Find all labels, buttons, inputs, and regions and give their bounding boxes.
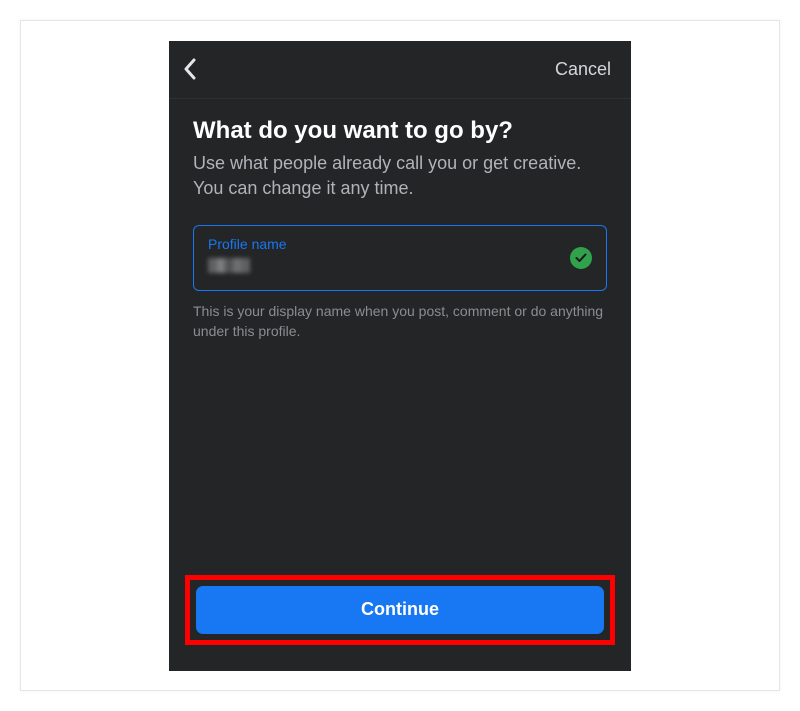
annotation-highlight: Continue <box>185 575 615 645</box>
profile-name-field[interactable]: Profile name <box>193 225 607 291</box>
helper-text: This is your display name when you post,… <box>193 301 607 342</box>
footer-area: Continue <box>169 575 631 671</box>
device-screen: Cancel What do you want to go by? Use wh… <box>169 41 631 671</box>
outer-frame: Cancel What do you want to go by? Use wh… <box>20 20 780 691</box>
page-title: What do you want to go by? <box>193 117 607 145</box>
profile-name-value-redacted <box>208 258 250 273</box>
back-icon[interactable] <box>183 58 197 80</box>
content-area: What do you want to go by? Use what peop… <box>169 99 631 575</box>
input-label: Profile name <box>208 236 592 252</box>
continue-button[interactable]: Continue <box>196 586 604 634</box>
cancel-button[interactable]: Cancel <box>555 59 611 80</box>
page-subtitle: Use what people already call you or get … <box>193 151 607 201</box>
header-bar: Cancel <box>169 41 631 99</box>
checkmark-icon <box>570 247 592 269</box>
